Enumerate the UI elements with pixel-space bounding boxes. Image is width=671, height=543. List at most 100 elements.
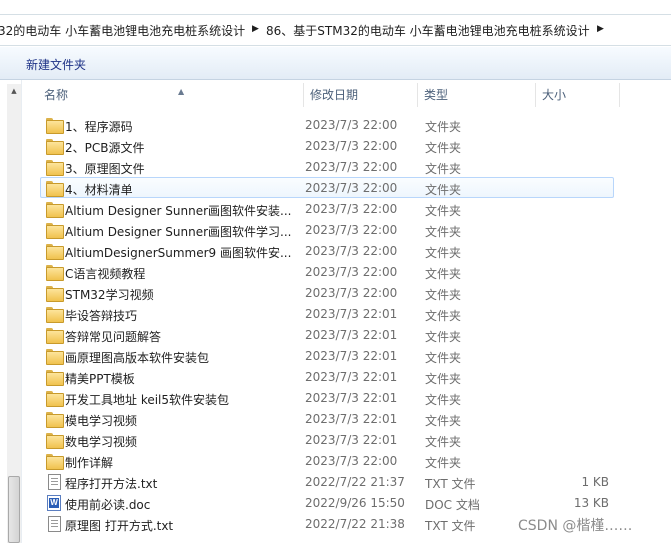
file-row[interactable]: C语言视频教程 2023/7/3 22:00 文件夹 xyxy=(40,261,614,282)
file-name: 制作详解 xyxy=(65,456,114,470)
file-row[interactable]: 开发工具地址 keil5软件安装包 2023/7/3 22:01 文件夹 xyxy=(40,387,614,408)
file-row[interactable]: 使用前必读.doc 2022/9/26 15:50 DOC 文档 13 KB xyxy=(40,492,614,513)
file-row[interactable]: 2、PCB源文件 2023/7/3 22:00 文件夹 xyxy=(40,135,614,156)
folder-icon xyxy=(46,391,64,407)
folder-icon xyxy=(46,265,64,281)
file-type: 文件夹 xyxy=(425,204,462,218)
scrollbar-thumb[interactable] xyxy=(8,476,20,543)
file-row[interactable]: AltiumDesignerSummer9 画图软件安... 2023/7/3 2… xyxy=(40,240,614,261)
file-modified-date: 2022/7/22 21:38 xyxy=(305,517,405,531)
file-name: Altium Designer Sunner画图软件安装... xyxy=(65,204,292,218)
file-row[interactable]: 毕设答辩技巧 2023/7/3 22:01 文件夹 xyxy=(40,303,614,324)
file-name: AltiumDesignerSummer9 画图软件安... xyxy=(65,246,292,260)
file-list-pane: ▲ 名称 ▲ 修改日期 类型 大小 1、程序源码 2023/7/3 22:00 文件… xyxy=(0,80,671,543)
column-header-size[interactable]: 大小 xyxy=(536,83,620,107)
folder-icon xyxy=(46,202,64,218)
file-row[interactable]: 数电学习视频 2023/7/3 22:01 文件夹 xyxy=(40,429,614,450)
folder-icon xyxy=(46,349,64,365)
file-name: 1、程序源码 xyxy=(65,120,133,134)
column-header-name[interactable]: 名称 ▲ xyxy=(38,83,304,107)
file-row[interactable]: 答辩常见问题解答 2023/7/3 22:01 文件夹 xyxy=(40,324,614,345)
file-type: DOC 文档 xyxy=(425,498,480,512)
file-name: 画原理图高版本软件安装包 xyxy=(65,351,210,365)
navigation-scrollbar[interactable]: ▲ xyxy=(7,84,21,543)
file-type: 文件夹 xyxy=(425,288,462,302)
file-modified-date: 2023/7/3 22:01 xyxy=(305,370,398,384)
file-modified-date: 2023/7/3 22:01 xyxy=(305,412,398,426)
file-modified-date: 2023/7/3 22:00 xyxy=(305,118,398,132)
breadcrumb-segment-parent[interactable]: 32的电动车 小车蓄电池锂电池充电桩系统设计 xyxy=(0,22,245,39)
file-modified-date: 2022/9/26 15:50 xyxy=(305,496,405,510)
file-row[interactable]: 画原理图高版本软件安装包 2023/7/3 22:01 文件夹 xyxy=(40,345,614,366)
file-type: 文件夹 xyxy=(425,372,462,386)
folder-icon xyxy=(46,244,64,260)
file-row[interactable]: 精美PPT模板 2023/7/3 22:01 文件夹 xyxy=(40,366,614,387)
folder-icon xyxy=(46,181,64,197)
file-name: 答辩常见问题解答 xyxy=(65,330,162,344)
column-header-date-label: 修改日期 xyxy=(310,88,359,102)
column-header-date[interactable]: 修改日期 xyxy=(304,83,418,107)
file-type: 文件夹 xyxy=(425,183,462,197)
file-modified-date: 2023/7/3 22:01 xyxy=(305,391,398,405)
file-name: 程序打开方法.txt xyxy=(65,477,158,491)
file-name: 原理图 打开方式.txt xyxy=(65,519,174,533)
file-type: 文件夹 xyxy=(425,309,462,323)
csdn-watermark: CSDN @楷槿…… xyxy=(518,518,633,534)
folder-icon xyxy=(46,118,64,134)
column-header-row: 名称 ▲ 修改日期 类型 大小 xyxy=(22,83,671,107)
column-header-type-label: 类型 xyxy=(424,88,449,102)
file-row[interactable]: 4、材料清单 2023/7/3 22:00 文件夹 xyxy=(40,177,614,198)
folder-icon xyxy=(46,328,64,344)
file-type: 文件夹 xyxy=(425,120,462,134)
file-name: 开发工具地址 keil5软件安装包 xyxy=(65,393,230,407)
file-row[interactable]: 模电学习视频 2023/7/3 22:01 文件夹 xyxy=(40,408,614,429)
folder-icon xyxy=(46,223,64,239)
file-name: STM32学习视频 xyxy=(65,288,154,302)
folder-icon xyxy=(46,307,64,323)
file-row[interactable]: 3、原理图文件 2023/7/3 22:00 文件夹 xyxy=(40,156,614,177)
file-type: 文件夹 xyxy=(425,393,462,407)
file-modified-date: 2023/7/3 22:01 xyxy=(305,307,398,321)
file-name: 数电学习视频 xyxy=(65,435,138,449)
new-folder-button[interactable]: 新建文件夹 xyxy=(20,55,92,74)
breadcrumb-separator-icon[interactable]: ▶ xyxy=(252,24,259,34)
file-modified-date: 2023/7/3 22:00 xyxy=(305,160,398,174)
breadcrumb-segment-current[interactable]: 86、基于STM32的电动车 小车蓄电池锂电池充电桩系统设计 xyxy=(266,22,590,39)
file-name: 4、材料清单 xyxy=(65,183,133,197)
file-modified-date: 2023/7/3 22:00 xyxy=(305,202,398,216)
file-name: 毕设答辩技巧 xyxy=(65,309,138,323)
file-row[interactable]: STM32学习视频 2023/7/3 22:00 文件夹 xyxy=(40,282,614,303)
file-name: 精美PPT模板 xyxy=(65,372,135,386)
file-modified-date: 2023/7/3 22:01 xyxy=(305,349,398,363)
file-type: 文件夹 xyxy=(425,330,462,344)
column-header-type[interactable]: 类型 xyxy=(418,83,536,107)
file-row[interactable]: 制作详解 2023/7/3 22:00 文件夹 xyxy=(40,450,614,471)
file-size: 1 KB xyxy=(581,475,609,489)
file-name: C语言视频教程 xyxy=(65,267,146,281)
file-modified-date: 2023/7/3 22:00 xyxy=(305,244,398,258)
file-type: 文件夹 xyxy=(425,351,462,365)
text-file-icon xyxy=(48,474,61,490)
file-type: 文件夹 xyxy=(425,162,462,176)
file-row[interactable]: Altium Designer Sunner画图软件安装... 2023/7/3 … xyxy=(40,198,614,219)
folder-icon xyxy=(46,160,64,176)
file-modified-date: 2023/7/3 22:00 xyxy=(305,223,398,237)
file-modified-date: 2022/7/22 21:37 xyxy=(305,475,405,489)
file-row[interactable]: 1、程序源码 2023/7/3 22:00 文件夹 xyxy=(40,114,614,135)
breadcrumb-dropdown-icon[interactable]: ▶ xyxy=(597,24,604,34)
scroll-up-arrow-icon[interactable]: ▲ xyxy=(7,84,21,98)
file-row[interactable]: 程序打开方法.txt 2022/7/22 21:37 TXT 文件 1 KB xyxy=(40,471,614,492)
folder-icon xyxy=(46,370,64,386)
file-modified-date: 2023/7/3 22:01 xyxy=(305,328,398,342)
file-type: TXT 文件 xyxy=(425,519,476,533)
file-size: 13 KB xyxy=(573,496,609,510)
file-type: 文件夹 xyxy=(425,456,462,470)
column-header-size-label: 大小 xyxy=(542,88,567,102)
file-modified-date: 2023/7/3 22:00 xyxy=(305,454,398,468)
file-row[interactable]: Altium Designer Sunner画图软件学习... 2023/7/3 … xyxy=(40,219,614,240)
folder-icon xyxy=(46,454,64,470)
file-name: 使用前必读.doc xyxy=(65,498,151,512)
file-type: 文件夹 xyxy=(425,435,462,449)
command-bar: 新建文件夹 xyxy=(0,47,671,80)
breadcrumb: 32的电动车 小车蓄电池锂电池充电桩系统设计 ▶ 86、基于STM32的电动车 … xyxy=(0,14,671,46)
